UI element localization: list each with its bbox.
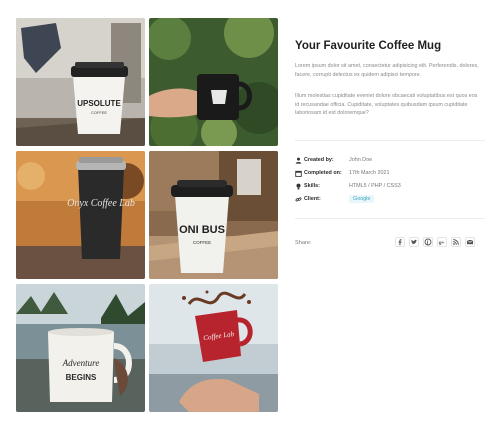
adventure-logo-text: Adventure xyxy=(62,358,100,368)
gallery-image-upsolute-cup[interactable]: UPSOLUTE COFFEE xyxy=(16,18,145,146)
pinterest-icon[interactable] xyxy=(423,237,433,247)
red-mug-splash-illustration: Coffee Lab xyxy=(149,284,278,412)
link-icon xyxy=(295,196,302,203)
onibus-logo-text: ONI BUS xyxy=(179,224,225,236)
rss-icon[interactable] xyxy=(451,237,461,247)
gallery-image-black-mug-hand[interactable] xyxy=(149,18,278,146)
black-mug-illustration xyxy=(149,18,278,146)
upsolute-logo-sub: COFFEE xyxy=(91,110,108,115)
project-title: Your Favourite Coffee Mug xyxy=(295,40,442,52)
meta-created-by: Created by: John Doe xyxy=(295,156,485,166)
project-gallery: UPSOLUTE COFFEE Onyx Coffee Lab ONI BUS … xyxy=(16,18,278,414)
email-icon[interactable] xyxy=(465,237,475,247)
share-label: Share: xyxy=(295,240,312,246)
onibus-logo-sub: COFFEE xyxy=(193,240,211,245)
twitter-icon[interactable] xyxy=(409,237,419,247)
meta-client-label: Client: xyxy=(304,196,321,202)
meta-completed-on-value: 17th March 2021 xyxy=(349,170,390,176)
svg-text:g+: g+ xyxy=(439,241,445,246)
onyx-tumbler-illustration: Onyx Coffee Lab xyxy=(16,151,145,279)
onyx-logo-text: Onyx Coffee Lab xyxy=(67,198,135,209)
meta-client: Client: Google xyxy=(295,195,485,205)
adventure-logo-sub: BEGINS xyxy=(66,373,97,382)
upsolute-logo-text: UPSOLUTE xyxy=(77,99,121,108)
meta-created-by-label: Created by: xyxy=(304,157,334,163)
calendar-icon xyxy=(295,170,302,177)
divider xyxy=(295,218,485,219)
user-icon xyxy=(295,157,302,164)
meta-completed-on: Completed on: 17th March 2021 xyxy=(295,169,485,179)
gallery-image-red-mug-splash[interactable]: Coffee Lab xyxy=(149,284,278,412)
meta-client-link[interactable]: Google xyxy=(349,195,375,203)
project-details-panel: Your Favourite Coffee Mug Lorem ipsum do… xyxy=(295,0,485,432)
gallery-image-adventure-mug[interactable]: Adventure BEGINS xyxy=(16,284,145,412)
meta-completed-on-label: Completed on: xyxy=(304,170,342,176)
gallery-image-onyx-tumbler[interactable]: Onyx Coffee Lab xyxy=(16,151,145,279)
project-description-1: Lorem ipsum dolor sit amet, consectetur … xyxy=(295,63,479,78)
meta-created-by-value: John Doe xyxy=(349,157,373,163)
meta-skills-value: HTML5 / PHP / CSS3 xyxy=(349,183,401,189)
meta-skills-label: Skills: xyxy=(304,183,320,189)
upsolute-cup-illustration: UPSOLUTE COFFEE xyxy=(16,18,145,146)
divider xyxy=(295,140,485,141)
gallery-image-onibus-cup[interactable]: ONI BUS COFFEE xyxy=(149,151,278,279)
meta-skills: Skills: HTML5 / PHP / CSS3 xyxy=(295,182,485,192)
lightbulb-icon xyxy=(295,183,302,190)
google-plus-icon[interactable]: g+ xyxy=(437,237,447,247)
onibus-cup-illustration: ONI BUS COFFEE xyxy=(149,151,278,279)
facebook-icon[interactable] xyxy=(395,237,405,247)
adventure-mug-illustration: Adventure BEGINS xyxy=(16,284,145,412)
project-description-2: Illum molestias cupiditate eveniet dolor… xyxy=(295,93,478,117)
